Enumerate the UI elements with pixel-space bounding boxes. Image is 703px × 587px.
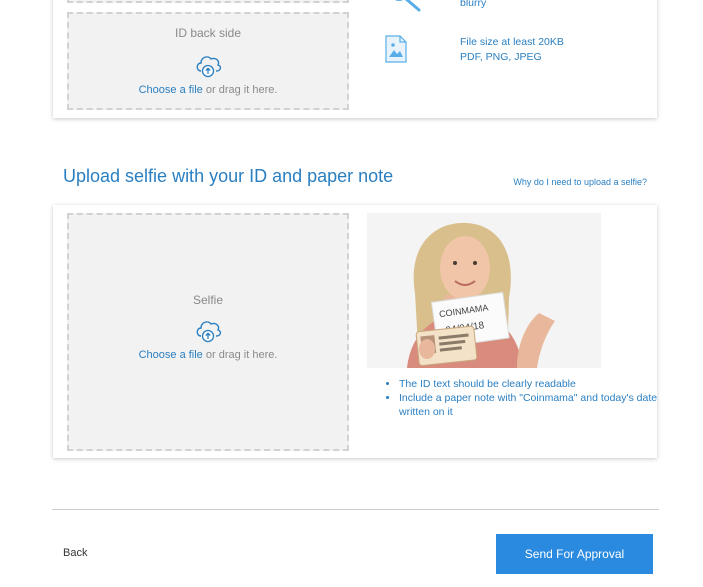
tip-item: Include a paper note with "Coinmama" and… [399, 391, 661, 419]
tip-item: The ID text should be clearly readable [399, 377, 661, 391]
image-file-icon [385, 35, 407, 63]
id-back-choose-file-link[interactable]: Choose a file [139, 84, 203, 96]
selfie-upload-card: Selfie Choose a file or drag it here. CO… [53, 205, 657, 458]
cloud-upload-icon [196, 56, 222, 78]
id-back-drag-text: or drag it here. [202, 84, 278, 96]
cloud-upload-icon [196, 321, 222, 343]
selfie-example-photo: COINMAMA 04/04/18 [367, 213, 601, 368]
selfie-drag-text: or drag it here. [202, 349, 278, 361]
id-upload-card: ID back side Choose a file or drag it he… [53, 0, 657, 118]
selfie-section-title: Upload selfie with your ID and paper not… [63, 166, 394, 186]
footer-divider [52, 509, 659, 510]
selfie-tips-list: The ID text should be clearly readable I… [381, 377, 661, 419]
send-for-approval-button[interactable]: Send For Approval [496, 534, 653, 574]
id-back-upload-text: Choose a file or drag it here. [69, 84, 347, 96]
selfie-upload-text: Choose a file or drag it here. [69, 349, 347, 361]
id-back-dropzone[interactable]: ID back side Choose a file or drag it he… [67, 12, 349, 110]
id-back-title: ID back side [174, 26, 242, 40]
file-size-line: File size at least 20KB [460, 36, 564, 48]
selfie-title: Selfie [192, 293, 224, 307]
back-button[interactable]: Back [63, 547, 87, 559]
file-size-text: File size at least 20KB PDF, PNG, JPEG [460, 35, 564, 65]
selfie-dropzone[interactable]: Selfie Choose a file or drag it here. [67, 213, 349, 451]
file-types-line: PDF, PNG, JPEG [460, 51, 542, 63]
selfie-choose-file-link[interactable]: Choose a file [139, 349, 203, 361]
blurry-text: blurry [460, 0, 487, 9]
magnifier-icon [394, 0, 421, 12]
selfie-example-illustration: COINMAMA 04/04/18 [367, 213, 601, 368]
why-selfie-link[interactable]: Why do I need to upload a selfie? [513, 177, 647, 187]
id-front-dropzone[interactable] [67, 0, 349, 3]
